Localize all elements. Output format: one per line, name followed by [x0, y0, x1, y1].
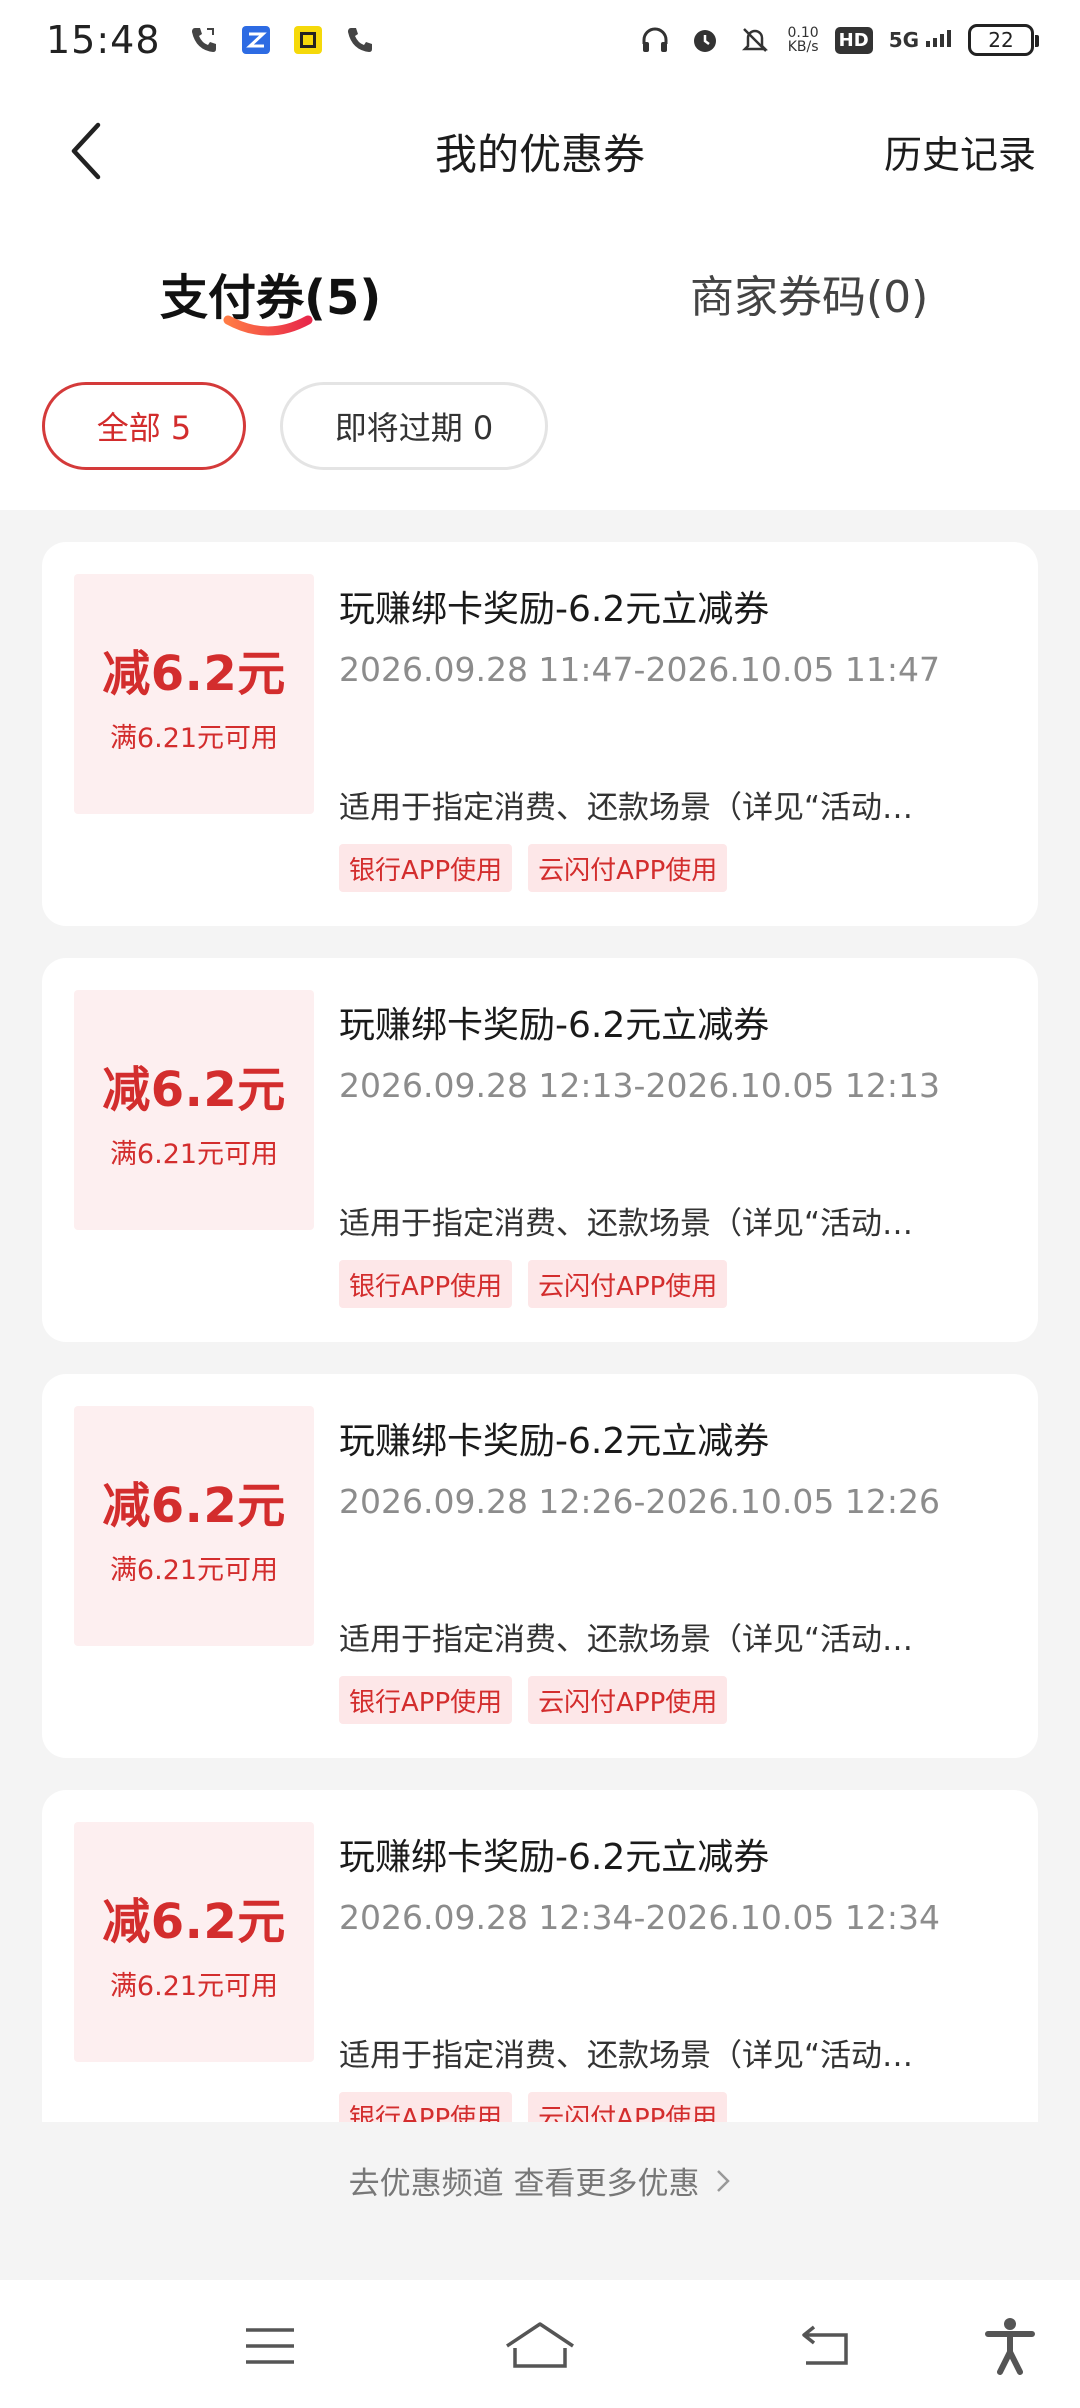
filter-expiring-chip[interactable]: 即将过期 0 [280, 382, 548, 470]
mute-icon [738, 23, 772, 57]
coupon-value-badge: 减6.2元 满6.21元可用 [74, 1822, 314, 2062]
back-button[interactable] [56, 118, 116, 184]
coupon-tag: 银行APP使用 [339, 2092, 513, 2122]
coupon-condition: 满6.21元可用 [109, 1138, 279, 1170]
page-title: 我的优惠券 [434, 129, 645, 179]
coupon-tag: 银行APP使用 [339, 844, 513, 892]
app-yellow-icon [291, 23, 325, 57]
coupon-card[interactable]: 减6.2元 满6.21元可用 玩赚绑卡奖励-6.2元立减券 2026.09.28… [42, 542, 1038, 926]
coupon-tags: 银行APP使用 云闪付APP使用 [339, 1260, 728, 1308]
signal-label: 5G [888, 28, 920, 52]
app-z-icon [239, 23, 273, 57]
coupon-condition: 满6.21元可用 [109, 1970, 279, 2002]
history-link[interactable]: 历史记录 [884, 124, 1036, 179]
more-offers-link[interactable]: 去优惠频道 查看更多优惠 [0, 2158, 1080, 2203]
coupon-value-badge: 减6.2元 满6.21元可用 [74, 574, 314, 814]
net-speed-unit: KB/s [787, 39, 819, 55]
net-speed: 0.10 KB/s [788, 26, 819, 54]
battery-indicator: 22 [968, 24, 1039, 56]
alarm-icon [688, 23, 722, 57]
active-tab-indicator [223, 315, 313, 336]
phone-icon [343, 23, 377, 57]
coupon-amount: 减6.2元 [102, 1061, 286, 1118]
coupon-value-badge: 减6.2元 满6.21元可用 [74, 990, 314, 1230]
coupon-description: 适用于指定消费、还款场景（详见“活动… [339, 790, 914, 826]
chevron-left-icon [71, 122, 101, 180]
coupon-title: 玩赚绑卡奖励-6.2元立减券 [339, 1837, 770, 1878]
nav-menu-button[interactable] [230, 2306, 310, 2386]
accessibility-icon [985, 2318, 1035, 2375]
coupon-amount: 减6.2元 [102, 645, 286, 702]
coupon-amount: 减6.2元 [102, 1893, 286, 1950]
battery-level: 22 [988, 28, 1014, 52]
coupon-tag: 云闪付APP使用 [528, 844, 728, 892]
nav-home-button[interactable] [500, 2306, 580, 2386]
coupon-value-badge: 减6.2元 满6.21元可用 [74, 1406, 314, 1646]
chevron-right-icon [715, 2166, 731, 2202]
coupon-description: 适用于指定消费、还款场景（详见“活动… [339, 1206, 914, 1242]
coupon-validity: 2026.09.28 12:26-2026.10.05 12:26 [339, 1482, 940, 1521]
coupon-title: 玩赚绑卡奖励-6.2元立减券 [339, 1421, 770, 1462]
coupon-tags: 银行APP使用 云闪付APP使用 [339, 2092, 728, 2122]
coupon-validity: 2026.09.28 12:13-2026.10.05 12:13 [339, 1066, 940, 1105]
status-bar: 15:48 0.10 KB/s HD 5G 22 [0, 0, 1080, 80]
filter-chips: 全部 5 即将过期 0 [42, 382, 548, 470]
coupon-condition: 满6.21元可用 [109, 1554, 279, 1586]
coupon-description: 适用于指定消费、还款场景（详见“活动… [339, 1622, 914, 1658]
coupon-validity: 2026.09.28 11:47-2026.10.05 11:47 [339, 650, 940, 689]
coupon-card[interactable]: 减6.2元 满6.21元可用 玩赚绑卡奖励-6.2元立减券 2026.09.28… [42, 1374, 1038, 1758]
signal-bars-icon [926, 30, 951, 47]
coupon-tags: 银行APP使用 云闪付APP使用 [339, 1676, 728, 1724]
top-app-bar: 我的优惠券 历史记录 [0, 96, 1080, 206]
coupon-tag: 云闪付APP使用 [528, 1676, 728, 1724]
coupon-condition: 满6.21元可用 [109, 722, 279, 754]
nav-accessibility-button[interactable] [970, 2306, 1050, 2386]
coupon-list: 减6.2元 满6.21元可用 玩赚绑卡奖励-6.2元立减券 2026.09.28… [0, 510, 1080, 2122]
coupon-tabs: 支付券(5) 商家券码(0) [0, 248, 1080, 348]
coupon-description: 适用于指定消费、还款场景（详见“活动… [339, 2038, 914, 2074]
home-icon [506, 2322, 574, 2368]
status-time: 15:48 [46, 18, 161, 62]
coupon-tag: 云闪付APP使用 [528, 2092, 728, 2122]
coupon-tag: 银行APP使用 [339, 1676, 513, 1724]
coupon-tags: 银行APP使用 云闪付APP使用 [339, 844, 728, 892]
coupon-tag: 银行APP使用 [339, 1260, 513, 1308]
coupon-tag: 云闪付APP使用 [528, 1260, 728, 1308]
filter-all-chip[interactable]: 全部 5 [42, 382, 246, 470]
back-arrow-icon [802, 2325, 848, 2365]
signal-5g: 5G [889, 28, 952, 52]
system-nav-bar [0, 2280, 1080, 2408]
tab-merchant-codes[interactable]: 商家券码(0) [690, 248, 928, 338]
coupon-card[interactable]: 减6.2元 满6.21元可用 玩赚绑卡奖励-6.2元立减券 2026.09.28… [42, 1790, 1038, 2122]
coupon-card[interactable]: 减6.2元 满6.21元可用 玩赚绑卡奖励-6.2元立减券 2026.09.28… [42, 958, 1038, 1342]
more-offers-label: 去优惠频道 查看更多优惠 [348, 2166, 700, 2202]
coupon-amount: 减6.2元 [102, 1477, 286, 1534]
menu-icon [246, 2328, 294, 2364]
phone-call-icon [187, 23, 221, 57]
coupon-title: 玩赚绑卡奖励-6.2元立减券 [339, 1005, 770, 1046]
headphones-icon [638, 23, 672, 57]
hd-badge: HD [834, 26, 873, 54]
coupon-validity: 2026.09.28 12:34-2026.10.05 12:34 [339, 1898, 940, 1937]
nav-back-button[interactable] [784, 2306, 864, 2386]
coupon-title: 玩赚绑卡奖励-6.2元立减券 [339, 589, 770, 630]
